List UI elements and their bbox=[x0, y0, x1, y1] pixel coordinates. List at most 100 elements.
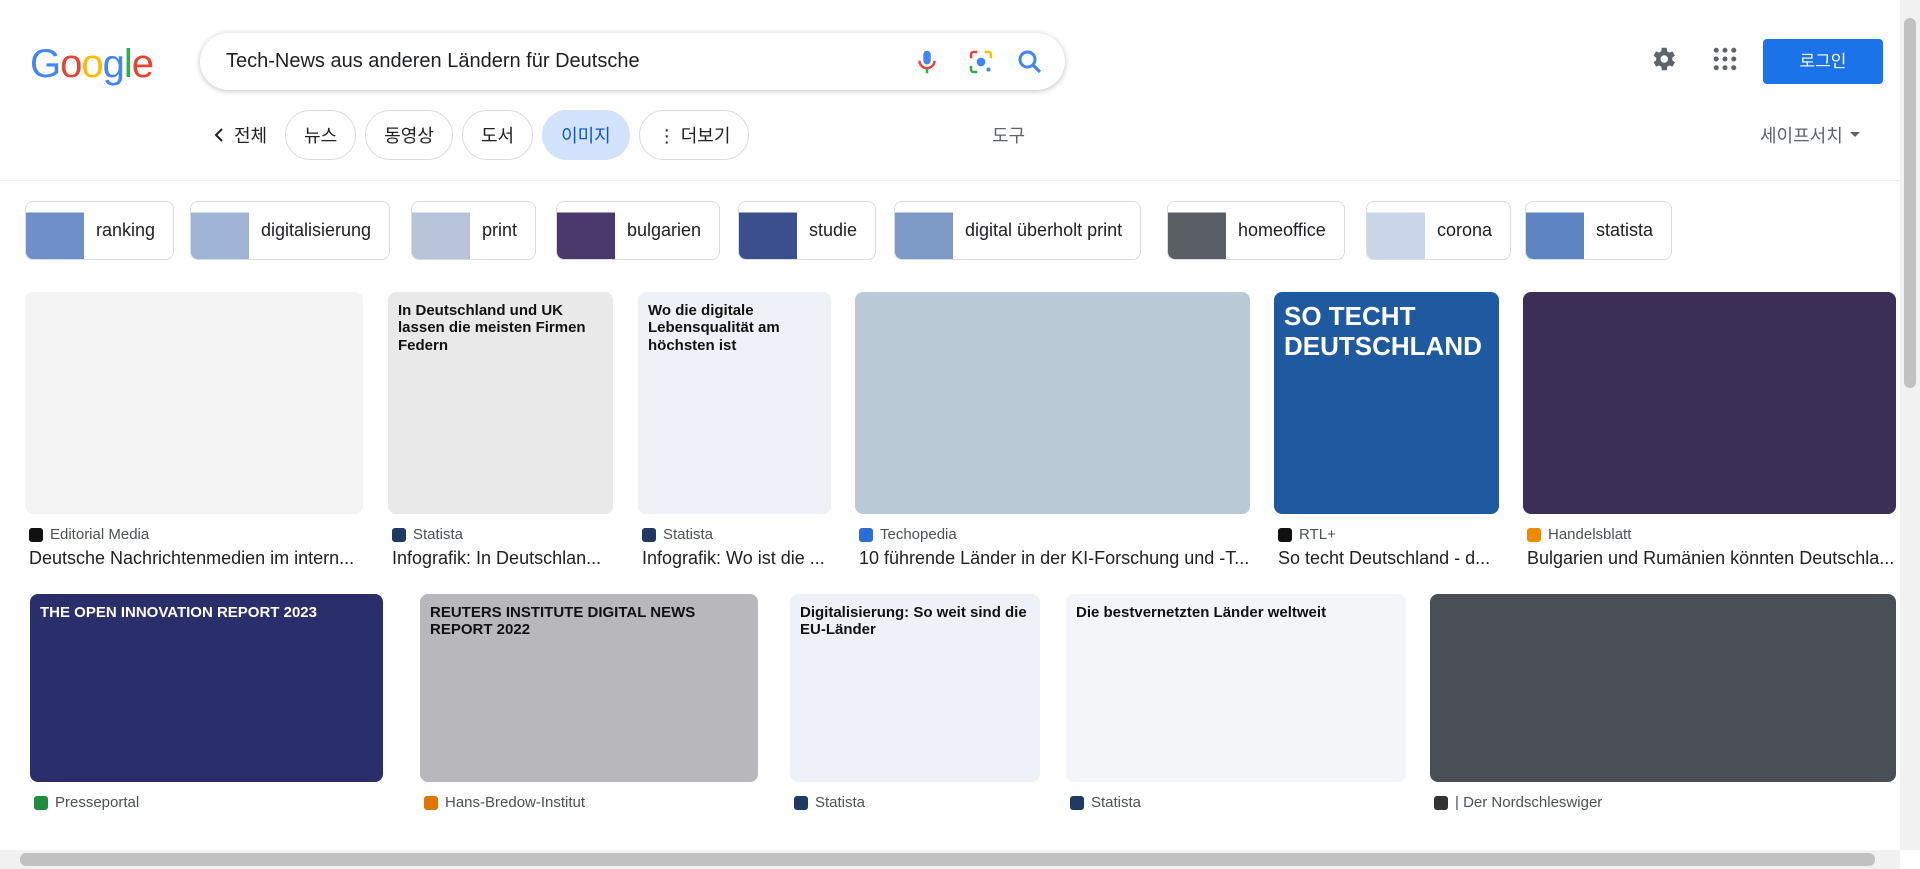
result-source[interactable]: Statista bbox=[642, 526, 713, 543]
result-source-name: Statista bbox=[1091, 794, 1142, 811]
favicon-icon bbox=[424, 795, 438, 810]
result-thumbnail[interactable]: Wo die digitale Lebensqualität am höchst… bbox=[638, 292, 831, 514]
refine-chip-homeoffice[interactable]: homeoffice bbox=[1167, 201, 1345, 260]
logo-letter: G bbox=[30, 42, 61, 86]
search-input[interactable] bbox=[226, 47, 866, 75]
logo-letter: o bbox=[81, 42, 103, 86]
favicon-icon bbox=[642, 527, 656, 542]
result-title[interactable]: 10 führende Länder in der KI-Forschung u… bbox=[859, 548, 1250, 569]
result-source[interactable]: RTL+ bbox=[1278, 526, 1336, 543]
result-thumbnail[interactable]: Die bestvernetzten Länder weltweit bbox=[1066, 594, 1406, 782]
result-source[interactable]: Statista bbox=[794, 794, 865, 811]
result-title[interactable]: Deutsche Nachrichtenmedien im intern... bbox=[29, 548, 363, 569]
result-thumbnail[interactable]: In Deutschland und UK lassen die meisten… bbox=[388, 292, 613, 514]
refine-chip-digital-überholt-print[interactable]: digital überholt print bbox=[894, 201, 1142, 260]
result-title[interactable]: Infografik: Wo ist die ... bbox=[642, 548, 831, 569]
tools-button[interactable]: 도구 bbox=[992, 122, 1025, 148]
favicon-icon bbox=[794, 795, 808, 810]
refine-chip-print[interactable]: print bbox=[411, 201, 537, 260]
result-source[interactable]: Handelsblatt bbox=[1527, 526, 1631, 543]
mic-icon[interactable] bbox=[912, 47, 942, 77]
result-source-name: Statista bbox=[663, 526, 714, 543]
result-title[interactable]: So techt Deutschland - d... bbox=[1278, 548, 1499, 569]
result-thumbnail[interactable]: THE OPEN INNOVATION REPORT 2023 bbox=[30, 594, 383, 782]
safesearch-label: 세이프서치 bbox=[1760, 126, 1843, 146]
result-source[interactable]: Statista bbox=[392, 526, 463, 543]
apps-grid-icon[interactable] bbox=[1710, 44, 1740, 74]
horizontal-scroll-thumb[interactable] bbox=[20, 853, 1875, 866]
refine-chip-thumbnail bbox=[412, 202, 470, 259]
favicon-icon bbox=[859, 527, 873, 542]
refine-chip-thumbnail bbox=[739, 202, 797, 259]
result-source[interactable]: Presseportal bbox=[34, 794, 139, 811]
result-source[interactable]: Statista bbox=[1070, 794, 1141, 811]
search-icon[interactable] bbox=[1015, 47, 1045, 77]
lens-icon[interactable] bbox=[966, 47, 996, 77]
refine-chip-thumbnail bbox=[557, 202, 615, 259]
refine-chip-thumbnail bbox=[26, 202, 84, 259]
tab-all-label: 전체 bbox=[234, 126, 268, 146]
refine-chip-label: digitalisierung bbox=[261, 220, 372, 240]
refine-chip-label: ranking bbox=[96, 220, 156, 240]
favicon-icon bbox=[1070, 795, 1084, 810]
refine-chip-statista[interactable]: statista bbox=[1525, 201, 1673, 260]
thumbnail-caption: Die bestvernetzten Länder weltweit bbox=[1076, 604, 1327, 621]
refine-chip-corona[interactable]: corona bbox=[1366, 201, 1512, 260]
safesearch-button[interactable]: 세이프서치 bbox=[1760, 122, 1865, 148]
logo-letter: g bbox=[102, 42, 125, 86]
vertical-scroll-thumb[interactable] bbox=[1904, 18, 1916, 388]
tab-2[interactable]: 도서 bbox=[461, 110, 534, 160]
refine-chip-ranking[interactable]: ranking bbox=[25, 201, 175, 260]
result-source[interactable]: | Der Nordschleswiger bbox=[1434, 794, 1602, 811]
tab-all[interactable]: 전체 bbox=[212, 122, 267, 148]
result-source-name: Hans-Bredow-Institut bbox=[445, 794, 586, 811]
login-button[interactable]: 로그인 bbox=[1763, 39, 1883, 84]
favicon-icon bbox=[1434, 795, 1448, 810]
thumbnail-caption: In Deutschland und UK lassen die meisten… bbox=[398, 302, 586, 354]
settings-gear-icon[interactable] bbox=[1648, 44, 1678, 74]
result-thumbnail[interactable] bbox=[1523, 292, 1896, 514]
result-title[interactable]: Bulgarien und Rumänien könnten Deutschla… bbox=[1527, 548, 1896, 569]
search-tabs: 전체 뉴스 동영상 도서 이미지 ⋮ 더보기 bbox=[212, 110, 758, 160]
refine-chip-label: digital überholt print bbox=[965, 220, 1123, 240]
result-source-name: Editorial Media bbox=[50, 526, 150, 543]
logo-letter: o bbox=[60, 42, 82, 86]
result-source-name: Techopedia bbox=[880, 526, 957, 543]
thumbnail-caption: REUTERS INSTITUTE DIGITAL NEWS REPORT 20… bbox=[430, 604, 696, 639]
result-source[interactable]: Techopedia bbox=[859, 526, 957, 543]
thumbnail-caption: THE OPEN INNOVATION REPORT 2023 bbox=[40, 604, 317, 621]
tab-0[interactable]: 뉴스 bbox=[285, 110, 357, 160]
favicon-icon bbox=[29, 527, 43, 542]
tab-4[interactable]: ⋮ 더보기 bbox=[638, 110, 750, 160]
refine-chip-label: corona bbox=[1437, 220, 1493, 240]
search-box[interactable] bbox=[200, 33, 1065, 90]
result-source[interactable]: Editorial Media bbox=[29, 526, 149, 543]
result-thumbnail[interactable] bbox=[25, 292, 363, 514]
refine-chip-thumbnail bbox=[1526, 202, 1584, 259]
tab-chip-list: 뉴스 동영상 도서 이미지 ⋮ 더보기 bbox=[285, 110, 758, 160]
result-source-name: RTL+ bbox=[1299, 526, 1336, 543]
refine-chip-digitalisierung[interactable]: digitalisierung bbox=[190, 201, 391, 260]
result-thumbnail[interactable] bbox=[855, 292, 1250, 514]
result-title[interactable]: Infografik: In Deutschlan... bbox=[392, 548, 613, 569]
logo-letter: e bbox=[131, 42, 154, 86]
tab-3[interactable]: 이미지 bbox=[542, 110, 630, 160]
favicon-icon bbox=[1527, 527, 1541, 542]
refine-chip-thumbnail bbox=[191, 202, 249, 259]
result-source[interactable]: Hans-Bredow-Institut bbox=[424, 794, 585, 811]
result-thumbnail[interactable]: SO TECHT DEUTSCHLAND bbox=[1274, 292, 1499, 514]
refine-chip-thumbnail bbox=[895, 202, 953, 259]
result-thumbnail[interactable] bbox=[1430, 594, 1896, 782]
result-thumbnail[interactable]: Digitalisierung: So weit sind die EU-Län… bbox=[790, 594, 1040, 782]
thumbnail-caption: Wo die digitale Lebensqualität am höchst… bbox=[648, 302, 780, 354]
thumbnail-caption: SO TECHT DEUTSCHLAND bbox=[1284, 301, 1482, 361]
logo-letter: l bbox=[123, 42, 133, 86]
result-thumbnail[interactable]: REUTERS INSTITUTE DIGITAL NEWS REPORT 20… bbox=[420, 594, 758, 782]
refine-chip-studie[interactable]: studie bbox=[738, 201, 877, 260]
refine-chip-bulgarien[interactable]: bulgarien bbox=[556, 201, 721, 260]
google-logo[interactable]: Google bbox=[30, 42, 154, 87]
favicon-icon bbox=[1278, 527, 1292, 542]
result-source-name: Handelsblatt bbox=[1548, 526, 1632, 543]
result-source-name: | Der Nordschleswiger bbox=[1455, 794, 1603, 811]
tab-1[interactable]: 동영상 bbox=[365, 110, 453, 160]
